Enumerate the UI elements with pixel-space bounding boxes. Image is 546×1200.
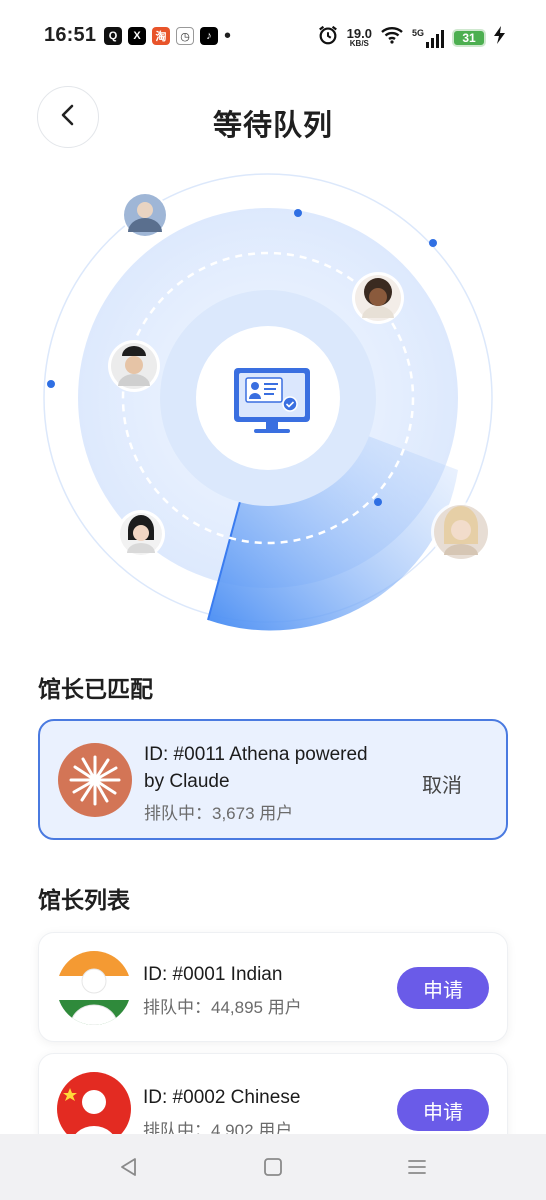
network-speed-unit: KB/S: [349, 39, 369, 48]
orbit-dot: [374, 498, 382, 506]
qq-icon: Q: [104, 27, 122, 45]
clock-app-icon: ◷: [176, 27, 194, 45]
radar-graphic: [43, 173, 493, 631]
cancel-button[interactable]: 取消: [422, 769, 462, 798]
x-icon: X: [128, 27, 146, 45]
curator-name: ID: #0002 Chinese: [143, 1087, 301, 1108]
list-section-title: 馆长列表: [38, 887, 130, 913]
matched-queue-count: 排队中：3,673 用户: [144, 804, 294, 823]
matched-curator-name-line2: by Claude: [144, 771, 230, 792]
curator-avatar-india: [57, 951, 131, 1025]
queue-radar: [40, 170, 500, 635]
nav-recents-button[interactable]: [395, 1145, 439, 1189]
claude-avatar: [58, 743, 132, 817]
apply-button[interactable]: 申请: [397, 967, 489, 1009]
nav-home-button[interactable]: [251, 1145, 295, 1189]
queue-avatar-4: [117, 510, 165, 558]
queue-avatar-1: [122, 192, 168, 238]
matched-curator-name: ID: #0011 Athena powered by Claude: [144, 741, 368, 795]
curator-name: ID: #0001 Indian: [143, 964, 283, 985]
status-time: 16:51: [44, 24, 97, 46]
triangle-back-icon: [121, 1158, 136, 1176]
orbit-dot: [294, 209, 302, 217]
charging-icon: [494, 26, 506, 49]
matched-section-title: 馆长已匹配: [38, 676, 153, 702]
matched-curator-name-line1: ID: #0011 Athena powered: [144, 744, 368, 765]
status-bar: 16:51 Q X 淘 ◷ ♪ • 19.0 KB/S 5G 31: [0, 0, 546, 70]
taobao-icon: 淘: [152, 27, 170, 45]
matched-curator-card: ID: #0011 Athena powered by Claude 排队中：3…: [38, 719, 508, 840]
claude-starburst-icon: [69, 755, 121, 806]
alarm-icon: [317, 24, 339, 51]
status-indicators: 19.0 KB/S 5G 31: [317, 24, 506, 51]
network-speed: 19.0 KB/S: [347, 27, 372, 48]
queue-avatar-2: [352, 272, 404, 324]
curator-queue-count: 排队中：44,895 用户: [143, 998, 302, 1017]
menu-recents-icon: [408, 1160, 426, 1174]
orbit-dot: [429, 239, 437, 247]
wifi-icon: [380, 25, 404, 50]
queue-avatar-5: [431, 502, 491, 562]
cellular-signal-icon: 5G: [412, 28, 444, 48]
nav-back-button[interactable]: [107, 1145, 151, 1189]
curator-list-item: ID: #0001 Indian 排队中：44,895 用户 申请: [38, 932, 508, 1042]
dot-icon: •: [224, 25, 232, 47]
orbit-dot: [47, 380, 55, 388]
system-nav-bar: [0, 1134, 546, 1200]
page-header: 等待队列: [0, 84, 546, 150]
network-type: 5G: [411, 27, 424, 38]
apply-button[interactable]: 申请: [397, 1089, 489, 1131]
queue-avatar-3: [108, 340, 160, 392]
page-title: 等待队列: [212, 110, 333, 142]
tiktok-icon: ♪: [200, 27, 218, 45]
battery-indicator: 31: [452, 28, 486, 47]
status-app-icons: Q X 淘 ◷ ♪ •: [104, 26, 231, 46]
square-home-icon: [264, 1158, 282, 1176]
india-flag-avatar-icon: [57, 951, 131, 1025]
